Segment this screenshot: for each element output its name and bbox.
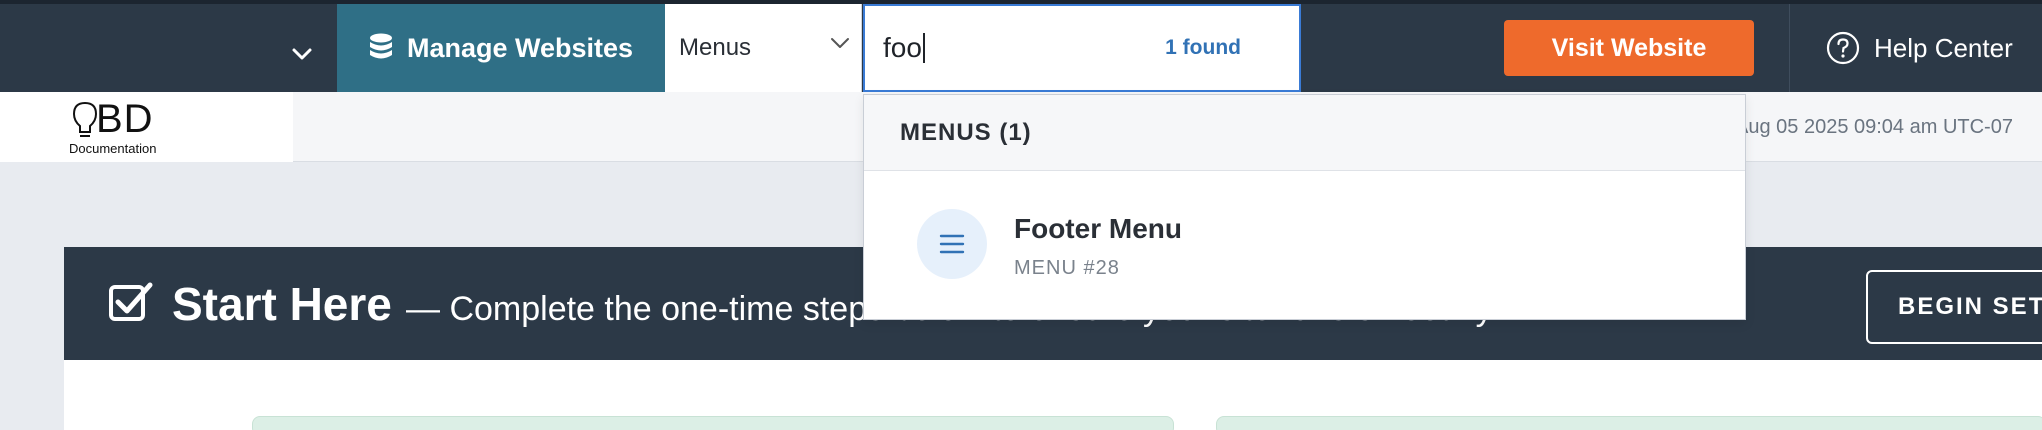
text-caret	[922, 33, 925, 63]
search-input-value: foo	[883, 32, 922, 63]
banner-title: Start Here	[172, 278, 392, 330]
brand-logo[interactable]: BD Documentation	[0, 92, 293, 162]
database-icon	[369, 33, 392, 59]
search-input[interactable]: foo 1 found	[863, 4, 1301, 92]
search-scope-value: Menus	[679, 34, 752, 61]
search-results-dropdown: MENUS (1) Footer Menu MENU #28	[863, 94, 1746, 320]
logo-subtext: Documentation	[69, 141, 157, 156]
search-scope-select[interactable]: Menus	[665, 4, 862, 92]
question-circle-icon	[1826, 31, 1860, 65]
search-result-count: 1 found	[1165, 36, 1241, 59]
result-title: Footer Menu	[1014, 213, 1182, 244]
site-switch-chevron-button[interactable]	[280, 34, 324, 74]
checkbox-checked-icon	[109, 282, 153, 321]
menu-lines-icon	[917, 209, 987, 279]
setup-card	[252, 416, 1174, 430]
manage-websites-label: Manage Websites	[406, 32, 634, 63]
chevron-down-icon	[831, 38, 849, 48]
setup-card	[1216, 416, 2042, 430]
search-result-item[interactable]: Footer Menu MENU #28	[864, 171, 1745, 321]
manage-websites-button[interactable]: Manage Websites	[337, 4, 665, 92]
chevron-down-icon	[292, 48, 312, 60]
begin-setup-button[interactable]: BEGIN SET	[1866, 270, 2042, 344]
logo-text: BD	[96, 97, 154, 141]
results-group-header: MENUS (1)	[864, 95, 1745, 171]
help-center-link[interactable]: Help Center	[1786, 4, 2042, 92]
visit-website-button[interactable]: Visit Website	[1504, 20, 1754, 76]
help-center-label: Help Center	[1874, 32, 2013, 63]
result-meta: MENU #28	[1014, 257, 1120, 279]
server-timestamp: Aug 05 2025 09:04 am UTC-07	[1735, 116, 2013, 138]
lightbulb-icon	[72, 101, 98, 137]
